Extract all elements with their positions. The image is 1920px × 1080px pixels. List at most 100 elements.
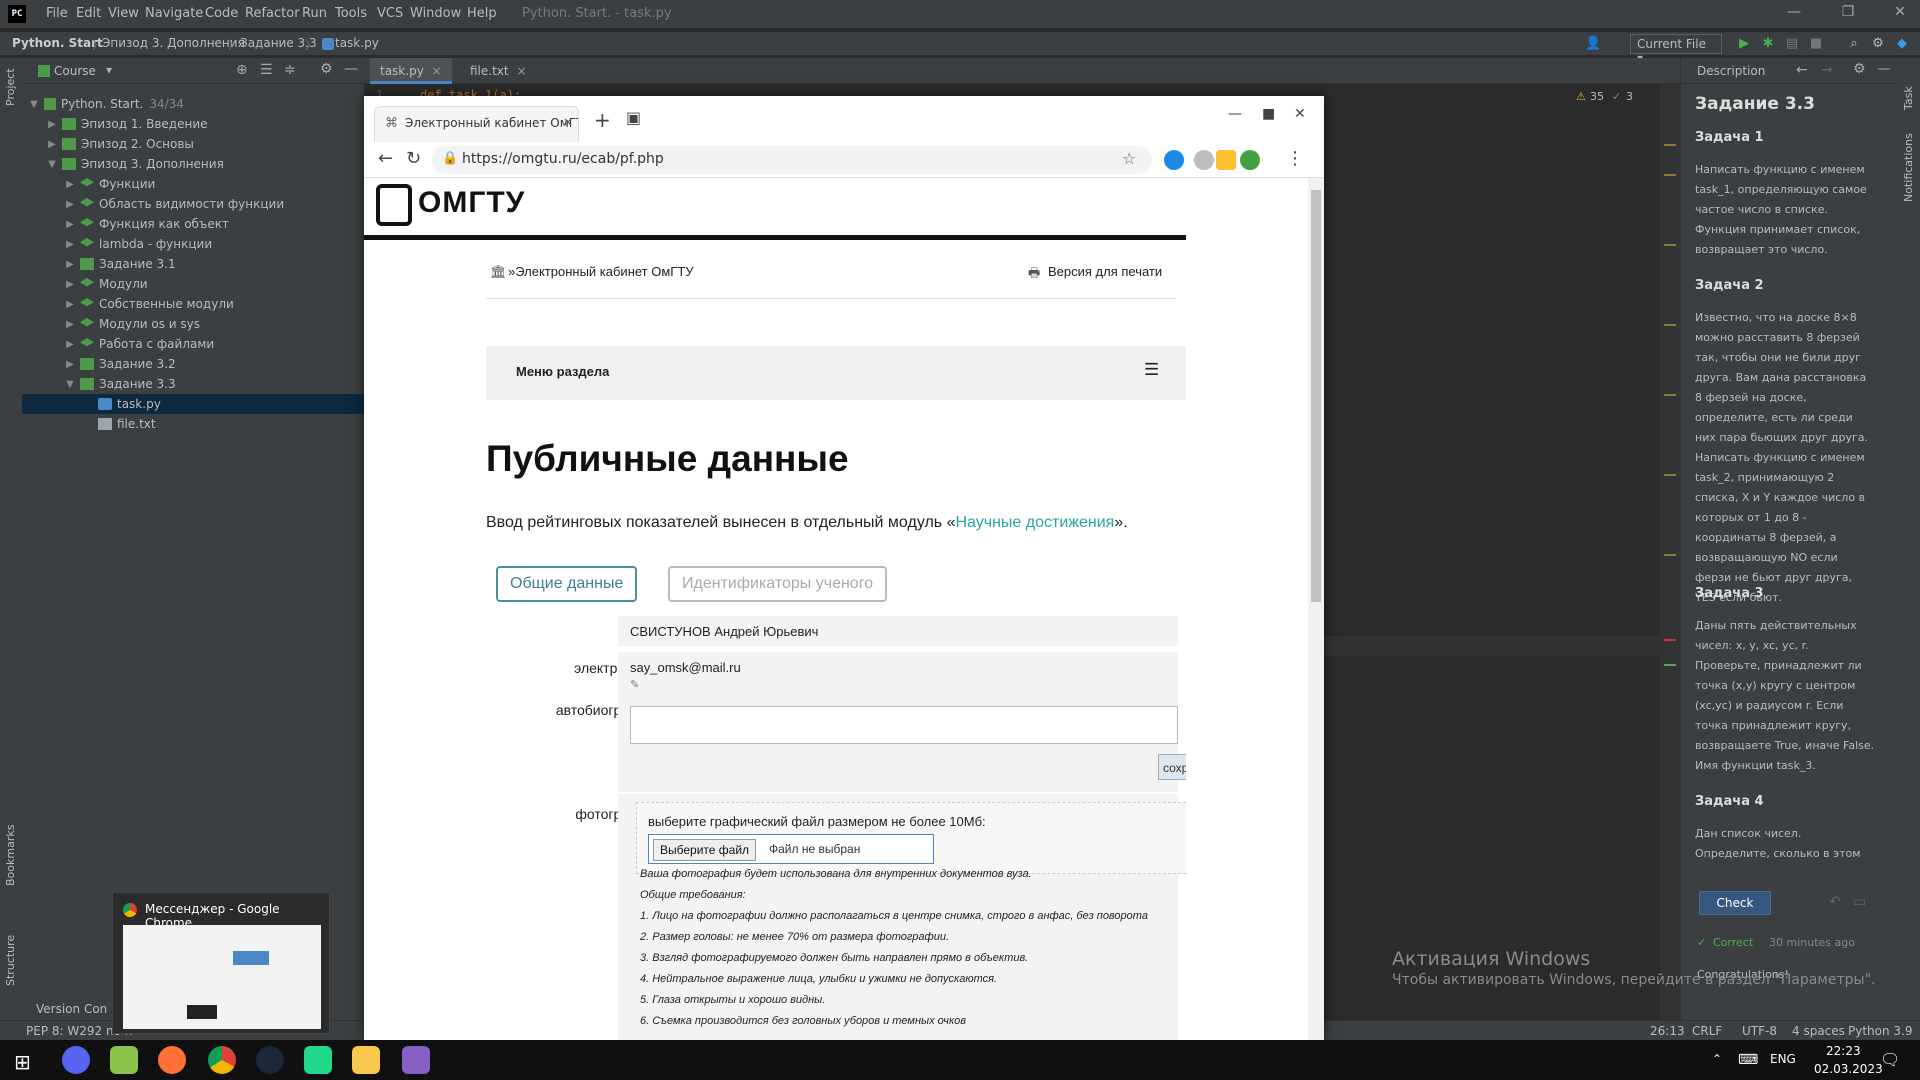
browser-tab[interactable]: ⌘ Электронный кабинет ОмГТ × [374, 106, 579, 142]
reload-icon[interactable]: ↻ [406, 148, 421, 169]
chevron-right-icon[interactable]: ▶ [64, 339, 76, 350]
breadcrumb-file[interactable]: task.py [335, 36, 379, 50]
menu-refactor[interactable]: Refactor [245, 6, 300, 21]
search-icon[interactable]: ⌕ [1846, 36, 1862, 52]
menu-file[interactable]: File [46, 6, 68, 21]
warning-icon[interactable]: ⚠ [1576, 90, 1586, 103]
chevron-right-icon[interactable]: ▶ [64, 199, 76, 210]
warning-marker[interactable] [1664, 324, 1676, 326]
task-tool-button[interactable]: Task [1902, 86, 1915, 110]
check-icon[interactable]: ✓ [1612, 90, 1621, 103]
gear-icon[interactable]: ⚙ [320, 61, 333, 77]
notification-center-icon[interactable]: 🗨 [1880, 1050, 1900, 1069]
extension-icon[interactable] [1240, 150, 1260, 170]
choose-file-button[interactable]: Выберите файл [653, 839, 757, 861]
pencil-icon[interactable]: ✎ [630, 678, 639, 691]
tab-search-icon[interactable]: ▣ [626, 108, 641, 127]
coverage-icon[interactable]: ▤ [1784, 36, 1800, 52]
menu-tools[interactable]: Tools [335, 6, 367, 21]
chevron-right-icon[interactable]: ▶ [46, 139, 58, 150]
new-tab-icon[interactable]: + [594, 108, 611, 132]
chevron-right-icon[interactable]: ▶ [64, 179, 76, 190]
chrome-icon[interactable] [208, 1046, 236, 1074]
warning-marker[interactable] [1664, 144, 1676, 146]
tab-file-txt[interactable]: file.txt × [460, 58, 540, 84]
breadcrumb-project[interactable]: Python. Start [12, 36, 103, 50]
tab-general-data[interactable]: Общие данные [496, 566, 638, 602]
bookmarks-tool-button[interactable]: Bookmarks [4, 825, 17, 886]
chevron-down-icon[interactable]: ▼ [64, 379, 76, 390]
tray-chevron-up-icon[interactable]: ⌃ [1712, 1052, 1722, 1066]
version-control-tool-button[interactable]: Version Con [36, 1002, 107, 1016]
firefox-icon[interactable] [158, 1046, 186, 1074]
close-icon[interactable]: ✕ [1890, 4, 1910, 24]
menu-view[interactable]: View [108, 6, 139, 21]
back-icon[interactable]: ← [378, 148, 393, 169]
discord-icon[interactable] [62, 1046, 90, 1074]
chevron-right-icon[interactable]: ▶ [46, 119, 58, 130]
chevron-right-icon[interactable]: ▶ [64, 259, 76, 270]
hide-panel-icon[interactable]: — [1877, 61, 1891, 77]
arrow-right-icon[interactable]: → [1821, 62, 1833, 78]
run-config-select[interactable]: Current File ▾ [1630, 34, 1722, 65]
file-input[interactable]: Выберите файл Файл не выбран [648, 834, 934, 864]
expand-all-icon[interactable]: ☰ [260, 62, 273, 78]
tree-item[interactable]: ▶ Функции [22, 174, 364, 194]
site-logo-icon[interactable] [376, 184, 412, 226]
print-version-link[interactable]: Версия для печати [1048, 264, 1162, 279]
tree-root[interactable]: ▼ Python. Start. 34/34 [22, 94, 364, 114]
site-logo[interactable]: ОМГТУ [418, 186, 525, 220]
tree-item[interactable]: ▶ Модули os и sys [22, 314, 364, 334]
interpreter[interactable]: Python 3.9 [1848, 1024, 1913, 1038]
input-language[interactable]: ENG [1770, 1052, 1796, 1066]
error-stripe[interactable] [1660, 84, 1680, 1020]
chevron-right-icon[interactable]: ▶ [64, 279, 76, 290]
line-separator[interactable]: CRLF [1692, 1024, 1722, 1038]
indent-setting[interactable]: 4 spaces [1792, 1024, 1845, 1038]
android-studio-icon[interactable] [110, 1046, 138, 1074]
home-icon[interactable]: 🏛 [490, 264, 507, 280]
kebab-menu-icon[interactable]: ⋮ [1286, 148, 1304, 169]
minimize-icon[interactable]: — [1228, 106, 1242, 122]
minimize-icon[interactable]: — [1784, 4, 1804, 24]
collapse-all-icon[interactable]: ≑ [284, 62, 296, 78]
printer-icon[interactable]: 🖶 [1028, 264, 1040, 286]
caret-position[interactable]: 26:13 [1650, 1024, 1685, 1038]
gear-icon[interactable]: ⚙ [1870, 36, 1886, 52]
close-icon[interactable]: ✕ [1294, 106, 1306, 122]
tree-item[interactable]: ▼ Эпизод 3. Дополнения [22, 154, 364, 174]
breadcrumb-episode[interactable]: Эпизод 3. Дополнения [102, 36, 245, 50]
tree-item[interactable]: ▶ Модули [22, 274, 364, 294]
tree-item-selected[interactable]: task.py [22, 394, 364, 414]
windows-start-icon[interactable]: ⊞ [14, 1050, 31, 1074]
chevron-down-icon[interactable]: ▼ [28, 99, 40, 110]
arrow-left-icon[interactable]: ← [1796, 62, 1808, 78]
check-button[interactable]: Check [1699, 891, 1771, 915]
lock-icon[interactable]: 🔒 [442, 151, 458, 166]
chevron-right-icon[interactable]: ▶ [64, 239, 76, 250]
warning-marker[interactable] [1664, 554, 1676, 556]
tab-scientist-ids[interactable]: Идентификаторы ученого [668, 566, 888, 602]
tree-item[interactable]: ▶ Функция как объект [22, 214, 364, 234]
file-explorer-icon[interactable] [352, 1046, 380, 1074]
error-marker[interactable] [1664, 639, 1676, 641]
tree-item[interactable]: ▶ Задание 3.2 [22, 354, 364, 374]
locate-icon[interactable]: ⊕ [236, 62, 248, 78]
maximize-icon[interactable]: ■ [1262, 106, 1275, 122]
tree-item[interactable]: ▶ Эпизод 1. Введение [22, 114, 364, 134]
menu-window[interactable]: Window [410, 6, 461, 21]
reset-icon[interactable]: ↶ [1829, 894, 1841, 910]
chevron-right-icon[interactable]: ▶ [64, 299, 76, 310]
restore-icon[interactable]: ❐ [1838, 4, 1858, 24]
file-encoding[interactable]: UTF-8 [1742, 1024, 1777, 1038]
warning-marker[interactable] [1664, 174, 1676, 176]
extension-icon[interactable] [1164, 150, 1184, 170]
tree-item[interactable]: file.txt [22, 414, 364, 434]
menu-edit[interactable]: Edit [76, 6, 101, 21]
chevron-right-icon[interactable]: ▶ [64, 319, 76, 330]
tree-item[interactable]: ▶ Эпизод 2. Основы [22, 134, 364, 154]
tree-item[interactable]: ▶ Собственные модули [22, 294, 364, 314]
change-marker[interactable] [1664, 664, 1676, 666]
tree-item[interactable]: ▶ Область видимости функции [22, 194, 364, 214]
structure-tool-button[interactable]: Structure [4, 935, 17, 986]
